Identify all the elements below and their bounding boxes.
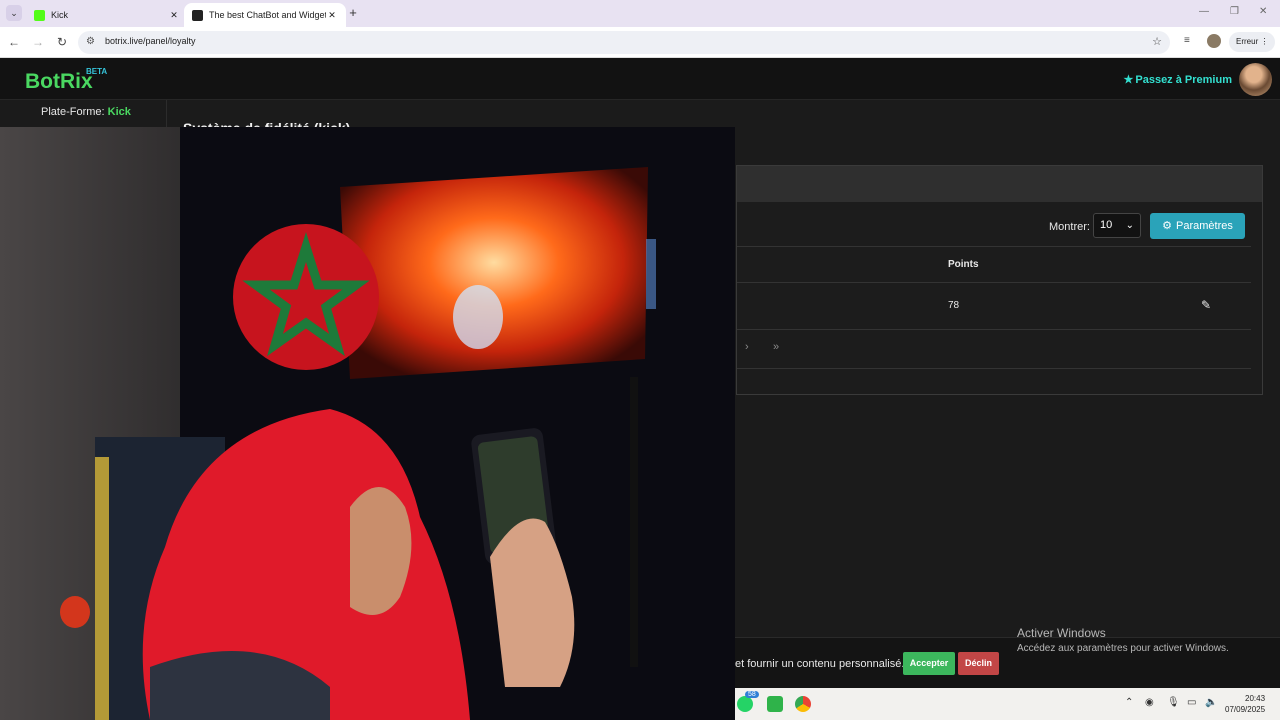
cookie-text: et fournir un contenu personnalisé. <box>735 658 905 670</box>
address-bar[interactable]: ⚙ botrix.live/panel/loyalty ☆ <box>78 31 1170 54</box>
show-label: Montrer: <box>1049 221 1090 233</box>
profile-avatar[interactable] <box>1207 34 1221 48</box>
close-tab-icon[interactable]: ✕ <box>326 10 338 21</box>
whatsapp-badge: 58 <box>745 691 759 698</box>
restore-icon[interactable]: ❐ <box>1230 6 1239 17</box>
browser-tab-strip: ⌄ Kick ✕ The best ChatBot and Widgets ✕ … <box>0 0 1280 27</box>
clock-date: 07/09/2025 <box>1225 705 1266 714</box>
activation-subtitle: Accédez aux paramètres pour activer Wind… <box>1017 643 1229 654</box>
edit-pencil-icon[interactable]: ✎ <box>1201 298 1211 312</box>
row-divider <box>737 329 1251 330</box>
table-cell-points: 78 <box>948 300 960 311</box>
windows-taskbar: 58 ⌃ ◉ 🎙 ▭ 🔈 20:43 07/09/2025 <box>735 688 1280 720</box>
row-divider <box>737 282 1251 283</box>
column-header-points[interactable]: Points <box>948 259 979 270</box>
tray-chevron-up-icon[interactable]: ⌃ <box>1125 697 1133 708</box>
url-text[interactable]: botrix.live/panel/loyalty <box>105 36 196 46</box>
beta-badge: BETA <box>86 67 108 76</box>
botrix-logo[interactable]: BotRix <box>25 70 93 94</box>
volume-icon[interactable]: 🔈 <box>1205 697 1217 708</box>
last-page-icon[interactable]: » <box>773 341 779 353</box>
site-info-icon[interactable]: ⚙ <box>86 36 95 47</box>
clock-time: 20:43 <box>1245 694 1266 703</box>
reading-list-icon[interactable]: ≡ <box>1184 35 1190 46</box>
settings-button[interactable]: ⚙ Paramètres <box>1150 213 1245 239</box>
windows-activation-watermark: Activer Windows Accédez aux paramètres p… <box>1017 626 1229 654</box>
tab-search-button[interactable]: ⌄ <box>6 5 22 21</box>
accept-cookies-button[interactable]: Accepter <box>903 652 955 675</box>
close-tab-icon[interactable]: ✕ <box>168 10 180 21</box>
loyalty-card: Montrer: 10 ⌄ ⚙ Paramètres Points 78 ✎ › … <box>736 165 1263 395</box>
card-header <box>737 166 1262 202</box>
platform-value: Kick <box>107 106 131 118</box>
microphone-icon[interactable]: 🎙 <box>1167 697 1180 708</box>
platform-indicator: Plate-Forme: Kick <box>41 106 131 118</box>
kick-favicon-icon <box>34 9 45 21</box>
chrome-icon[interactable] <box>795 696 811 712</box>
profile-error-label: Erreur <box>1236 37 1259 46</box>
browser-tab-kick[interactable]: Kick ✕ <box>26 3 188 27</box>
page-size-select[interactable]: 10 ⌄ <box>1093 213 1141 238</box>
platform-label: Plate-Forme: <box>41 106 105 118</box>
browser-tab-botrix[interactable]: The best ChatBot and Widgets ✕ <box>184 3 346 27</box>
webcam-image <box>0 127 735 720</box>
sidebar-divider <box>166 100 167 130</box>
close-window-icon[interactable]: ✕ <box>1259 6 1267 17</box>
activation-title: Activer Windows <box>1017 626 1106 640</box>
minimize-icon[interactable]: — <box>1199 6 1209 17</box>
forward-icon[interactable]: → <box>30 34 46 50</box>
android-app-icon[interactable] <box>767 696 783 712</box>
premium-label: Passez à Premium <box>1135 74 1232 86</box>
tab-title: The best ChatBot and Widgets <box>209 10 326 20</box>
system-clock[interactable]: 20:43 07/09/2025 <box>1225 693 1265 715</box>
whatsapp-icon[interactable] <box>737 696 753 712</box>
back-icon[interactable]: ← <box>6 34 22 50</box>
row-divider <box>737 368 1251 369</box>
star-icon: ★ <box>1123 74 1134 86</box>
site-header: BotRix BETA ★ Passez à Premium <box>0 58 1280 100</box>
browser-toolbar: ← → ↻ ⚙ botrix.live/panel/loyalty ☆ ≡ Er… <box>0 27 1280 58</box>
webcam-overlay <box>0 127 735 720</box>
next-page-icon[interactable]: › <box>745 341 749 353</box>
chevron-down-icon: ⌄ <box>1125 220 1134 231</box>
user-avatar[interactable] <box>1239 63 1272 96</box>
settings-label: Paramètres <box>1176 220 1233 232</box>
bookmark-star-icon[interactable]: ☆ <box>1152 35 1162 48</box>
row-divider <box>737 246 1251 247</box>
tab-title: Kick <box>51 10 69 20</box>
reload-icon[interactable]: ↻ <box>54 34 70 50</box>
premium-link[interactable]: ★ Passez à Premium <box>1124 73 1233 86</box>
botrix-favicon-icon <box>192 9 203 21</box>
profile-error-button[interactable]: Erreur ⋮ <box>1229 32 1275 52</box>
decline-cookies-button[interactable]: Déclin <box>958 652 999 675</box>
network-icon[interactable]: ◉ <box>1145 697 1154 708</box>
display-icon[interactable]: ▭ <box>1187 697 1196 708</box>
gears-icon: ⚙ <box>1162 220 1172 232</box>
new-tab-button[interactable]: + <box>345 5 361 21</box>
page-size-value: 10 <box>1100 219 1113 231</box>
